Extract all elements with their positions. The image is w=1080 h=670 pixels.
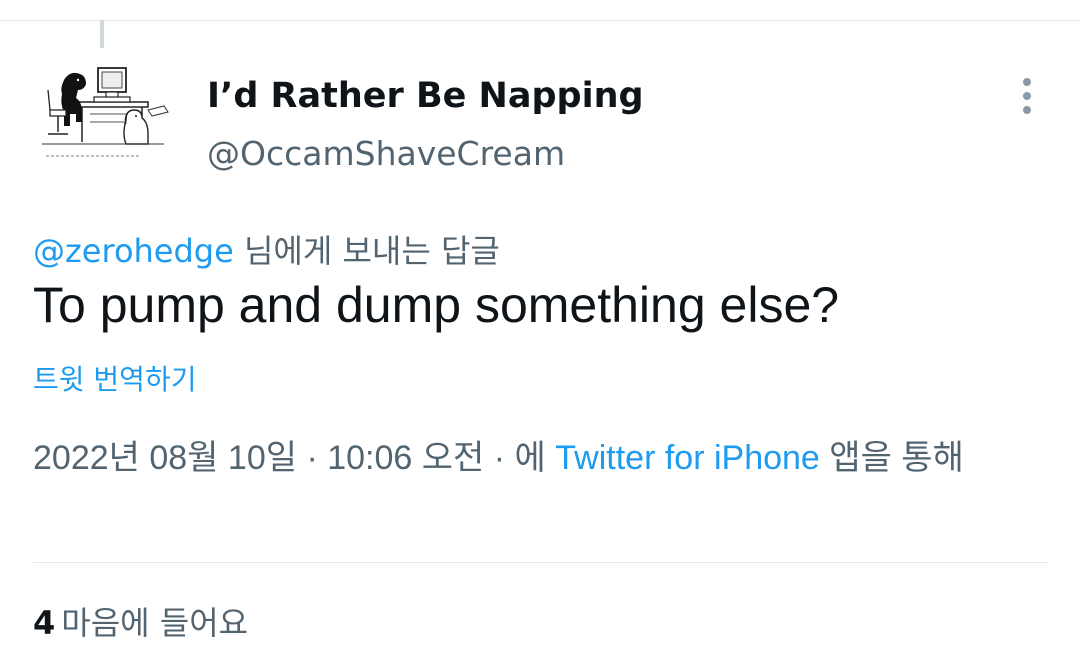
tweet-detail: I’d Rather Be Napping @OccamShaveCream @… <box>0 0 1080 670</box>
likes-count: 4 <box>33 604 56 642</box>
likes-stat[interactable]: 4 마음에 들어요 <box>33 598 248 644</box>
stats-divider <box>33 562 1048 563</box>
reply-context-suffix: 님에게 보내는 답글 <box>233 232 500 270</box>
translate-tweet-link[interactable]: 트윗 번역하기 <box>33 358 196 398</box>
author-handle[interactable]: @OccamShaveCream <box>207 134 565 173</box>
likes-label: 마음에 들어요 <box>61 604 249 642</box>
reply-mention-link[interactable]: @zerohedge <box>33 232 234 270</box>
tweet-text: To pump and dump something else? <box>33 277 840 333</box>
tweet-source-link[interactable]: Twitter for iPhone <box>555 439 820 477</box>
avatar[interactable] <box>30 50 176 170</box>
reply-context: @zerohedge 님에게 보내는 답글 <box>33 226 500 272</box>
more-options-button[interactable] <box>1010 74 1044 118</box>
meta-separator: · 에 <box>484 439 556 477</box>
thread-connector-line <box>100 20 104 48</box>
tweet-metadata: 2022년 08월 10일 · 10:06 오전 · 에 Twitter for… <box>33 435 1013 481</box>
tweet-time[interactable]: 10:06 오전 <box>327 439 484 477</box>
author-display-name[interactable]: I’d Rather Be Napping <box>207 76 644 116</box>
meta-separator: · <box>297 439 328 477</box>
dog-cartoon-icon <box>42 67 169 157</box>
tweet-date[interactable]: 2022년 08월 10일 <box>33 439 297 477</box>
meta-suffix: 앱을 통해 <box>819 439 964 477</box>
top-divider <box>0 20 1080 21</box>
